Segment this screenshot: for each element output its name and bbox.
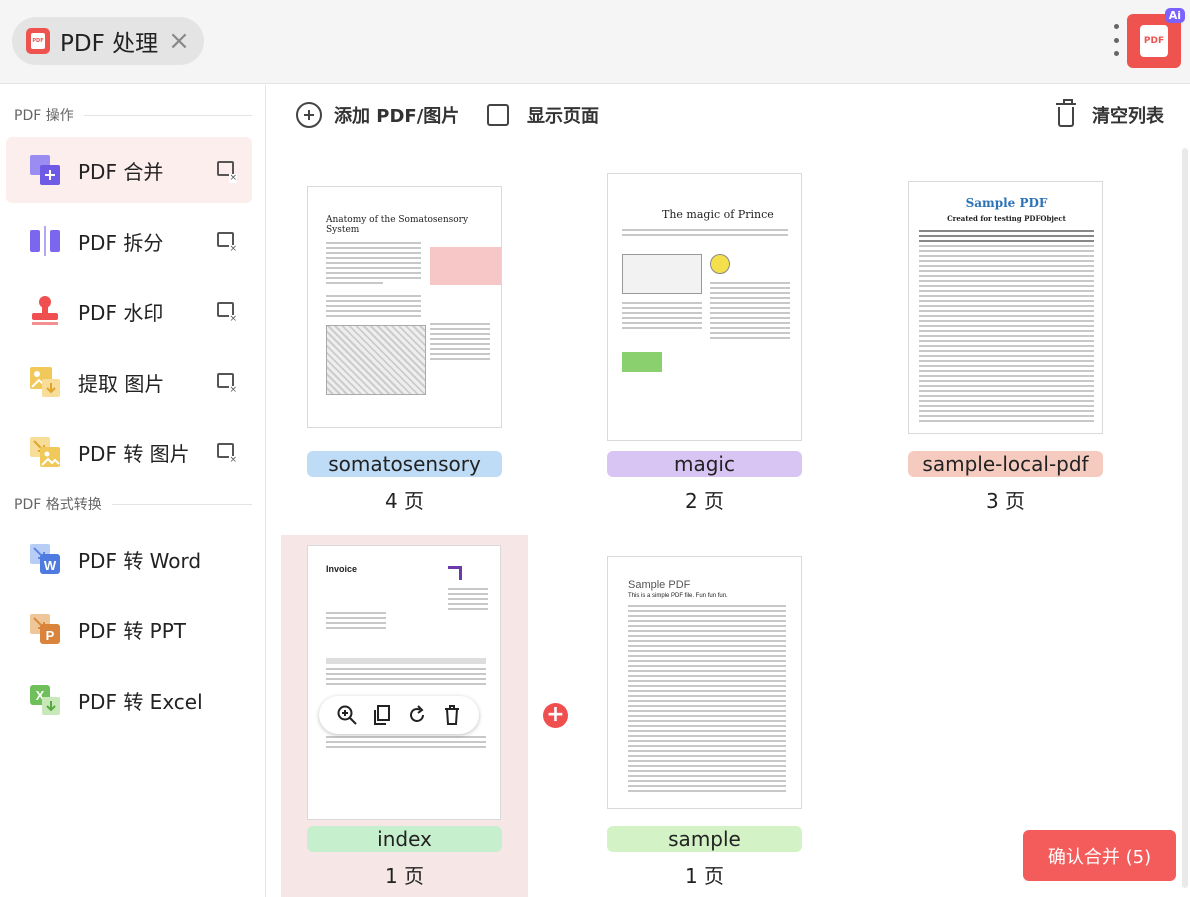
clear-list-label: 清空列表 — [1092, 106, 1164, 127]
file-name-chip: sample-local-pdf — [908, 451, 1103, 477]
thumb-title: Sample PDF — [628, 579, 691, 591]
pin-icon[interactable] — [217, 232, 237, 254]
sidebar: PDF 操作 PDF 合并 PDF 拆分 PDF 水印 提取 图片 PDF 转 … — [0, 85, 266, 897]
section-label-format-convert: PDF 格式转换 — [14, 494, 252, 514]
add-circle-icon — [296, 102, 322, 128]
sidebar-item-label: PDF 水印 — [78, 300, 164, 325]
sidebar-item-to-ppt[interactable]: P PDF 转 PPT — [6, 596, 252, 662]
show-pages-label: 显示页面 — [527, 106, 599, 127]
copy-icon[interactable] — [371, 704, 393, 726]
sidebar-item-label: PDF 合并 — [78, 159, 164, 184]
page-count: 4 页 — [384, 489, 425, 513]
pin-icon[interactable] — [217, 161, 237, 183]
ppt-icon: P — [28, 612, 62, 646]
to-image-icon — [28, 435, 62, 469]
rotate-icon[interactable] — [406, 704, 428, 726]
scrollbar[interactable] — [1182, 148, 1188, 888]
pin-icon[interactable] — [217, 302, 237, 324]
file-thumbnail-index[interactable]: Invoice — [307, 545, 501, 820]
thumb-subtitle: Created for testing PDFObject — [947, 214, 1066, 223]
file-name-chip: index — [307, 826, 502, 852]
ai-badge: Ai — [1164, 8, 1185, 23]
clear-list-button[interactable]: 清空列表 — [1056, 99, 1164, 130]
pin-icon[interactable] — [217, 443, 237, 465]
file-thumbnail-magic[interactable]: The magic of Prince — [607, 173, 802, 441]
pin-icon[interactable] — [217, 373, 237, 395]
confirm-merge-button[interactable]: 确认合并 (5) — [1023, 830, 1176, 881]
insert-file-button[interactable]: + — [543, 703, 568, 728]
stamp-icon — [28, 294, 62, 328]
document-tab[interactable]: PDF PDF 处理 × — [12, 17, 204, 65]
sidebar-item-label: PDF 转 Excel — [78, 689, 203, 714]
sidebar-item-watermark[interactable]: PDF 水印 — [6, 278, 252, 344]
sidebar-item-label: PDF 拆分 — [78, 230, 164, 255]
section-label-pdf-ops: PDF 操作 — [14, 105, 252, 125]
sidebar-item-split[interactable]: PDF 拆分 — [6, 208, 252, 274]
sidebar-item-label: PDF 转 PPT — [78, 618, 187, 643]
file-name-chip: somatosensory — [307, 451, 502, 477]
page-count: 1 页 — [384, 864, 425, 888]
thumb-subtitle: This is a simple PDF file. Fun fun fun. — [628, 593, 728, 599]
page-count: 1 页 — [684, 864, 725, 888]
add-pdf-image-label: 添加 PDF/图片 — [334, 106, 460, 127]
sidebar-item-extract-images[interactable]: 提取 图片 — [6, 349, 252, 415]
app-logo-text: PDF — [1140, 25, 1168, 57]
svg-text:P: P — [46, 628, 55, 643]
sidebar-item-label: PDF 转 Word — [78, 548, 202, 573]
split-icon — [28, 224, 62, 258]
merge-icon — [28, 153, 62, 187]
tab-title: PDF 处理 — [60, 31, 159, 57]
more-menu-icon[interactable] — [1110, 24, 1122, 56]
file-thumbnail-sample-local-pdf[interactable]: Sample PDF Created for testing PDFObject — [908, 181, 1103, 434]
sidebar-item-to-excel[interactable]: X PDF 转 Excel — [6, 667, 252, 733]
delete-icon[interactable] — [441, 704, 463, 726]
thumb-title: Sample PDF — [965, 196, 1048, 210]
svg-text:W: W — [44, 558, 57, 573]
sidebar-item-to-image[interactable]: PDF 转 图片 — [6, 419, 252, 485]
add-pdf-image-button[interactable]: 添加 PDF/图片 — [296, 100, 459, 130]
page-count: 2 页 — [684, 489, 725, 513]
pdf-file-icon: PDF — [26, 28, 50, 54]
word-icon: W — [28, 542, 62, 576]
sidebar-item-to-word[interactable]: W PDF 转 Word — [6, 526, 252, 592]
thumb-title: The magic of Prince — [662, 208, 774, 221]
sidebar-item-label: PDF 转 图片 — [78, 441, 190, 466]
zoom-icon[interactable] — [336, 704, 358, 726]
top-bar: PDF PDF 处理 × PDF Ai — [0, 0, 1190, 84]
trash-icon — [1056, 99, 1076, 127]
app-logo[interactable]: PDF Ai — [1127, 8, 1185, 68]
extract-image-icon — [28, 365, 62, 399]
file-thumbnail-sample[interactable]: Sample PDF This is a simple PDF file. Fu… — [607, 556, 802, 809]
thumb-title: Invoice — [326, 564, 358, 574]
sidebar-item-merge[interactable]: PDF 合并 — [6, 137, 252, 203]
page-count: 3 页 — [985, 489, 1026, 513]
thumbnail-toolbar — [319, 696, 479, 734]
checkbox-icon[interactable] — [487, 104, 509, 126]
sidebar-item-label: 提取 图片 — [78, 371, 165, 396]
file-name-chip: sample — [607, 826, 802, 852]
thumb-title: Anatomy of the Somatosensory System — [326, 215, 469, 235]
file-name-chip: magic — [607, 451, 802, 477]
excel-icon: X — [28, 683, 62, 717]
file-thumbnail-somatosensory[interactable]: Anatomy of the Somatosensory System — [307, 186, 502, 428]
show-pages-checkbox[interactable]: 显示页面 — [487, 100, 599, 130]
close-icon[interactable]: × — [168, 28, 190, 54]
